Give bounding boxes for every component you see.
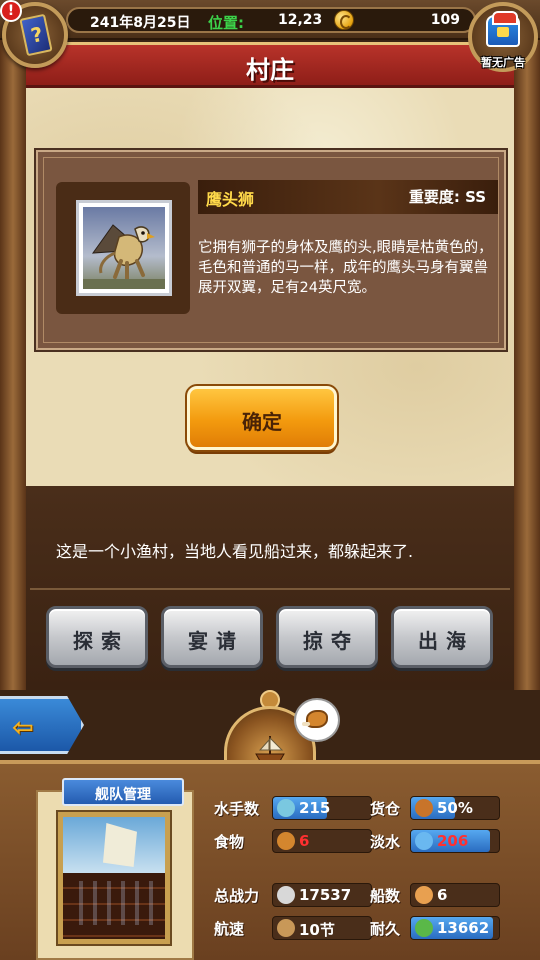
explore-button[interactable]: 探索 [46,606,148,668]
stat-value: 6 [437,886,448,904]
fleet-hull-cutaway [63,873,165,939]
stat-value: 6 [299,832,310,850]
stat-bar: 6 [410,883,500,907]
divider [30,588,510,590]
speed-icon [277,919,295,937]
stat-label: 耐久 [370,920,401,938]
stat-label: 货仓 [370,800,401,818]
portrait-frame [76,200,172,296]
position-label: 位置: [208,14,244,32]
plunder-label: 掠夺 [303,629,359,653]
confirm-button[interactable]: 确定 [185,384,339,452]
fleet-title: 舰队管理 [95,787,151,803]
back-button[interactable]: ⇦ [0,696,84,754]
stat-label: 淡水 [370,833,401,851]
name-strip: 鹰头狮 重要度: SS [198,180,498,214]
stat-bar: 17537 [272,883,372,907]
stat-row: 船数 6 [370,883,500,907]
durability-icon [415,919,433,937]
swords-icon [277,886,295,904]
treasure-chest-icon [486,11,520,47]
stat-value: 10节 [299,921,335,939]
top-status-bar: 241年8月25日 位置: 12,23 109 [0,0,540,40]
explore-label: 探索 [73,629,129,653]
stat-bar: 215 [272,796,372,820]
creature-description: 它拥有狮子的身体及鹰的头,眼睛是枯黄色的，毛色和普通的马一样，成年的鹰头马身有翼… [198,240,493,296]
ad-button[interactable]: 暂无广告 [468,2,538,72]
meat-icon [277,832,295,850]
importance-rating: 重要度: SS [408,188,486,206]
sailor-icon [277,799,295,817]
set-sail-label: 出海 [418,629,474,653]
griffin-portrait-icon [83,207,165,289]
stat-label: 船数 [370,887,401,905]
stat-row: 水手数 215 [214,796,372,820]
gold-coin-icon [334,10,354,30]
creature-info-card: 鹰头狮 重要度: SS 它拥有狮子的身体及鹰的头,眼睛是枯黄色的，毛色和普通的马… [34,148,508,352]
stat-bar: 10节 [272,916,372,940]
frame-left [0,40,26,690]
boat-icon [415,886,433,904]
stat-label: 航速 [214,920,245,938]
gold-value: 109 [430,12,460,28]
feast-label: 宴请 [188,629,244,653]
fleet-title-ribbon[interactable]: 舰队管理 [62,778,184,806]
position-value: 12,23 [278,12,323,28]
plunder-button[interactable]: 掠夺 [276,606,378,668]
book-icon [19,13,53,57]
status-strip: 241年8月25日 位置: 12,23 109 [66,7,476,33]
stat-bar: 13662 [410,916,500,940]
meat-icon [302,710,328,728]
game-date: 241年8月25日 [90,15,191,31]
stat-bar: 206 [410,829,500,853]
confirm-label: 确定 [242,410,282,434]
stat-label: 水手数 [214,800,260,818]
water-icon [415,832,433,850]
stat-row: 货仓 50% [370,796,500,820]
food-bubble[interactable] [294,698,340,742]
cargo-icon [415,799,433,817]
stat-label: 总战力 [214,887,260,905]
stat-row: 食物 6 [214,829,372,853]
creature-name: 鹰头狮 [206,190,255,209]
set-sail-button[interactable]: 出海 [391,606,493,668]
back-arrow-icon: ⇦ [12,713,34,743]
stat-value: 50% [437,799,473,817]
stat-value: 215 [299,799,331,817]
page-title: 村庄 [246,56,294,84]
stat-value: 13662 [437,919,490,937]
stat-label: 食物 [214,833,245,851]
stat-row: 耐久 13662 [370,916,500,940]
stat-value: 206 [437,832,469,850]
alert-badge: ! [0,0,22,22]
fleet-ship-image [56,810,172,946]
stat-bar: 6 [272,829,372,853]
stat-row: 淡水 206 [370,829,500,853]
portrait-box [56,182,190,314]
ad-label: 暂无广告 [481,56,525,69]
title-banner: 村庄 [26,42,514,88]
stat-value: 17537 [299,886,352,904]
stat-bar: 50% [410,796,500,820]
feast-button[interactable]: 宴请 [161,606,263,668]
stat-row: 总战力 17537 [214,883,372,907]
frame-right [514,40,540,690]
stat-row: 航速 10节 [214,916,372,940]
event-message: 这是一个小渔村，当地人看见船过来，都躲起来了. [56,542,414,561]
